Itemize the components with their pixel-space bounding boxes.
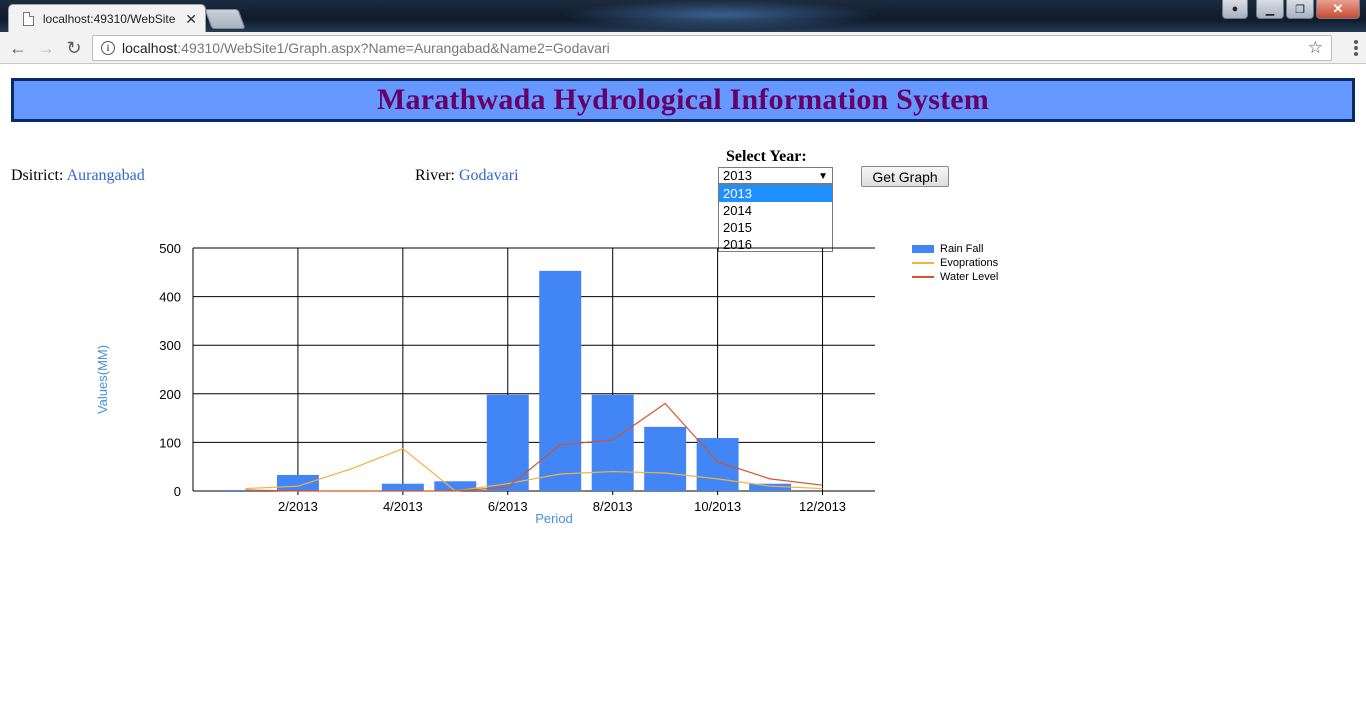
- chart-bar: [539, 270, 582, 491]
- info-icon[interactable]: i: [101, 41, 115, 55]
- district-info: Dsitrict: Aurangabad: [11, 167, 145, 185]
- address-bar[interactable]: i localhost:49310/WebSite1/Graph.aspx?Na…: [92, 35, 1332, 61]
- page-title: Marathwada Hydrological Information Syst…: [377, 83, 989, 116]
- x-tick-label: 8/2013: [593, 499, 633, 514]
- close-tab-icon[interactable]: ✕: [185, 12, 197, 26]
- chart-bar: [486, 394, 529, 491]
- tab-title: localhost:49310/WebSite: [42, 11, 176, 26]
- browser-tabstrip: localhost:49310/WebSite ✕ ● ▁ ❐ ✕: [0, 0, 1366, 32]
- select-year-label: Select Year:: [726, 148, 807, 165]
- tabstrip-glow: [560, 0, 880, 30]
- river-label: River:: [415, 167, 455, 184]
- title-banner: Marathwada Hydrological Information Syst…: [11, 78, 1355, 122]
- y-tick-label: 0: [174, 484, 181, 499]
- x-tick-label: 12/2013: [799, 499, 846, 514]
- legend-item-water-level: Water Level: [912, 270, 998, 284]
- x-tick-label: 2/2013: [278, 499, 318, 514]
- new-tab-button[interactable]: [204, 9, 246, 29]
- dropdown-arrow-icon: ▼: [818, 171, 828, 182]
- minimize-icon[interactable]: ▁: [1256, 0, 1284, 19]
- forward-arrow-icon[interactable]: →: [35, 37, 57, 59]
- rainfall-chart: 0 100 200 300 400 500 2/2013 4/2013 6/2013 8/2013…: [95, 241, 875, 526]
- y-axis-title: Values(MM): [95, 345, 110, 414]
- x-tick-label: 6/2013: [488, 499, 528, 514]
- legend-swatch-line: [912, 276, 934, 278]
- legend-swatch-bar: [912, 245, 934, 253]
- chart-bar: [276, 474, 319, 491]
- year-option[interactable]: 2014: [719, 202, 832, 219]
- chart-bar: [381, 483, 424, 491]
- window-controls: ● ▁ ❐ ✕: [1222, 0, 1360, 19]
- district-label: Dsitrict:: [11, 167, 64, 184]
- river-value: Godavari: [459, 167, 519, 184]
- url-text: localhost:49310/WebSite1/Graph.aspx?Name…: [122, 40, 610, 56]
- browser-menu-icon[interactable]: [1354, 40, 1358, 56]
- chart-bar: [591, 394, 634, 491]
- river-info: River: Godavari: [415, 167, 519, 185]
- browser-tab[interactable]: localhost:49310/WebSite ✕: [8, 4, 206, 32]
- page-icon: [23, 11, 34, 26]
- chart-legend: Rain Fall Evoprations Water Level: [912, 242, 998, 284]
- back-arrow-icon[interactable]: ←: [7, 37, 29, 59]
- y-tick-label: 200: [159, 387, 181, 402]
- legend-swatch-line: [912, 262, 934, 264]
- close-window-icon[interactable]: ✕: [1316, 0, 1360, 19]
- year-select[interactable]: 2013 ▼: [718, 167, 833, 184]
- x-tick-label: 4/2013: [383, 499, 423, 514]
- browser-toolbar: ← → ↻ i localhost:49310/WebSite1/Graph.a…: [0, 32, 1366, 64]
- legend-item-rainfall: Rain Fall: [912, 242, 998, 256]
- y-tick-label: 100: [159, 435, 181, 450]
- year-select-value: 2013: [723, 168, 752, 183]
- x-axis-title: Period: [535, 511, 573, 526]
- user-icon[interactable]: ●: [1222, 0, 1248, 19]
- x-tick-label: 10/2013: [694, 499, 741, 514]
- y-tick-label: 500: [159, 241, 181, 256]
- chart-bar: [644, 426, 687, 491]
- get-graph-button[interactable]: Get Graph: [861, 166, 949, 187]
- legend-item-evaporation: Evoprations: [912, 256, 998, 270]
- y-tick-label: 300: [159, 338, 181, 353]
- reload-icon[interactable]: ↻: [63, 37, 85, 59]
- district-value: Aurangabad: [66, 167, 145, 184]
- legend-label: Rain Fall: [940, 243, 984, 255]
- y-tick-label: 400: [159, 290, 181, 305]
- maximize-icon[interactable]: ❐: [1286, 0, 1314, 19]
- bookmark-star-icon[interactable]: ☆: [1308, 38, 1323, 58]
- legend-label: Evoprations: [940, 257, 999, 269]
- year-option[interactable]: 2013: [719, 185, 832, 202]
- legend-label: Water Level: [940, 271, 999, 283]
